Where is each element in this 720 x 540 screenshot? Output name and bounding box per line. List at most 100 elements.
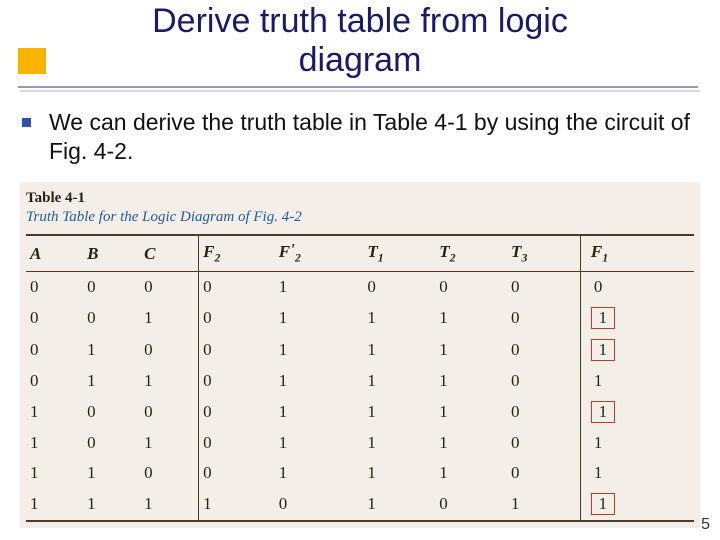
table-cell: 1 xyxy=(140,302,199,334)
table-header-row: A B C F2 F'2 T1 T2 T3 F1 xyxy=(26,235,694,272)
table-cell-f1: 1 xyxy=(580,396,694,428)
table-cell: 0 xyxy=(199,272,275,303)
table-cell: 1 xyxy=(363,302,435,334)
table-cell: 1 xyxy=(275,366,364,396)
table-cell: 1 xyxy=(363,396,435,428)
table-cell: 1 xyxy=(140,366,199,396)
slide-title-line1: Derive truth table from logic xyxy=(0,2,720,41)
table-cell: 1 xyxy=(363,428,435,458)
table-cell: 1 xyxy=(26,458,83,488)
table-cell: 1 xyxy=(435,458,507,488)
table-cell: 1 xyxy=(435,334,507,366)
table-cell: 1 xyxy=(435,302,507,334)
table-cell-f1: 1 xyxy=(580,488,694,521)
body-area: We can derive the truth table in Table 4… xyxy=(22,108,692,166)
table-cell: 0 xyxy=(26,302,83,334)
table-cell-f1: 0 xyxy=(580,272,694,303)
table-cell: 0 xyxy=(507,458,580,488)
f1-value: 0 xyxy=(591,277,613,297)
table-cell: 0 xyxy=(140,458,199,488)
f1-value: 1 xyxy=(591,433,613,453)
table-cell: 0 xyxy=(435,272,507,303)
table-cell: 0 xyxy=(199,366,275,396)
table-cell: 1 xyxy=(26,428,83,458)
table-cell: 1 xyxy=(140,428,199,458)
f1-value: 1 xyxy=(591,371,613,391)
table-cell: 1 xyxy=(435,396,507,428)
table-cell: 0 xyxy=(199,458,275,488)
table-cell: 0 xyxy=(140,272,199,303)
th-F2prime: F'2 xyxy=(275,235,364,272)
table-cell: 0 xyxy=(507,302,580,334)
table-cell: 1 xyxy=(275,302,364,334)
table-cell: 1 xyxy=(275,458,364,488)
table-label: Table 4-1 xyxy=(26,190,694,207)
table-cell: 1 xyxy=(26,396,83,428)
table-cell: 1 xyxy=(363,334,435,366)
table-cell: 1 xyxy=(83,488,140,521)
table-row: 011011101 xyxy=(26,366,694,396)
title-underline xyxy=(18,86,698,88)
table-row: 010011101 xyxy=(26,334,694,366)
table-cell: 0 xyxy=(435,488,507,521)
table-row: 110011101 xyxy=(26,458,694,488)
bullet-text: We can derive the truth table in Table 4… xyxy=(49,108,692,166)
table-cell: 1 xyxy=(435,366,507,396)
table-row: 101011101 xyxy=(26,428,694,458)
f1-value: 1 xyxy=(591,463,613,483)
table-cell: 1 xyxy=(26,488,83,521)
table-row: 100011101 xyxy=(26,396,694,428)
table-cell: 0 xyxy=(83,272,140,303)
f1-highlight-box: 1 xyxy=(591,307,615,329)
table-cell: 0 xyxy=(363,272,435,303)
bullet-row: We can derive the truth table in Table 4… xyxy=(22,108,692,166)
table-cell: 0 xyxy=(26,366,83,396)
f1-highlight-box: 1 xyxy=(591,401,615,423)
title-area: Derive truth table from logic diagram xyxy=(0,2,720,80)
table-cell-f1: 1 xyxy=(580,334,694,366)
table-cell: 0 xyxy=(199,302,275,334)
table-cell-f1: 1 xyxy=(580,428,694,458)
table-caption: Truth Table for the Logic Diagram of Fig… xyxy=(26,209,694,226)
th-B: B xyxy=(83,235,140,272)
table-cell: 1 xyxy=(275,334,364,366)
table-cell: 0 xyxy=(275,488,364,521)
table-cell: 1 xyxy=(275,272,364,303)
table-cell: 1 xyxy=(83,458,140,488)
table-row: 001011101 xyxy=(26,302,694,334)
table-cell: 0 xyxy=(140,396,199,428)
table-cell: 0 xyxy=(83,396,140,428)
table-row: 111101011 xyxy=(26,488,694,521)
th-A: A xyxy=(26,235,83,272)
table-cell: 1 xyxy=(363,488,435,521)
f1-highlight-box: 1 xyxy=(591,493,615,515)
table-cell-f1: 1 xyxy=(580,366,694,396)
bullet-square-icon xyxy=(22,118,31,127)
truth-table-wrap: Table 4-1 Truth Table for the Logic Diag… xyxy=(20,182,700,528)
th-F2: F2 xyxy=(199,235,275,272)
th-C: C xyxy=(140,235,199,272)
table-cell: 0 xyxy=(199,396,275,428)
table-cell: 0 xyxy=(140,334,199,366)
th-T1: T1 xyxy=(363,235,435,272)
truth-table: A B C F2 F'2 T1 T2 T3 F1 000010000001011… xyxy=(26,234,694,522)
table-cell: 1 xyxy=(507,488,580,521)
th-T3: T3 xyxy=(507,235,580,272)
table-cell: 0 xyxy=(507,334,580,366)
page-number: 5 xyxy=(701,516,710,534)
table-cell: 0 xyxy=(83,428,140,458)
table-cell: 1 xyxy=(275,428,364,458)
table-cell: 1 xyxy=(140,488,199,521)
table-cell-f1: 1 xyxy=(580,302,694,334)
table-cell: 1 xyxy=(199,488,275,521)
table-cell: 0 xyxy=(199,428,275,458)
table-cell: 0 xyxy=(507,396,580,428)
f1-highlight-box: 1 xyxy=(591,339,615,361)
th-T2: T2 xyxy=(435,235,507,272)
table-cell: 0 xyxy=(507,272,580,303)
table-cell: 1 xyxy=(363,366,435,396)
table-cell: 1 xyxy=(83,334,140,366)
table-cell: 0 xyxy=(199,334,275,366)
table-cell: 1 xyxy=(363,458,435,488)
table-cell: 0 xyxy=(507,428,580,458)
